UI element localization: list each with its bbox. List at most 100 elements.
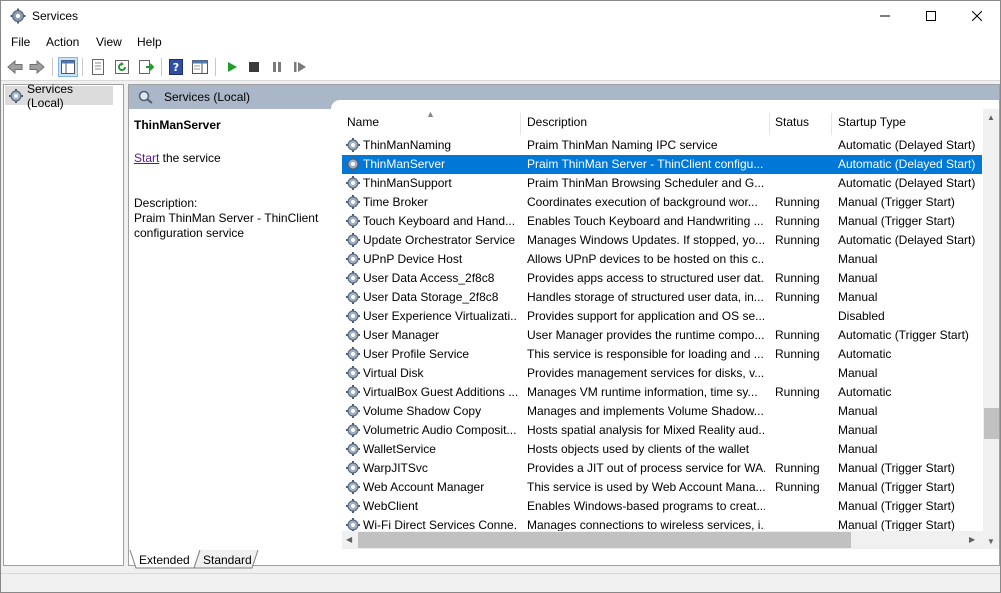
service-row[interactable]: WarpJITSvc Provides a JIT out of process … xyxy=(342,459,982,478)
service-startup-type-cell: Manual xyxy=(838,252,878,266)
service-row[interactable]: Volumetric Audio Composit... Hosts spatia… xyxy=(342,421,982,440)
service-status-cell: Running xyxy=(775,271,820,285)
vertical-scrollbar[interactable]: ▲ ▼ xyxy=(983,109,999,549)
export-list-button[interactable] xyxy=(136,57,156,77)
service-status-cell: Running xyxy=(775,233,820,247)
service-description-cell: Praim ThinMan Browsing Scheduler and G..… xyxy=(527,176,765,190)
service-startup-type-cell: Manual xyxy=(838,423,878,437)
service-row[interactable]: User Profile Service This service is resp… xyxy=(342,345,982,364)
service-startup-type-cell: Automatic (Delayed Start) xyxy=(838,176,976,190)
service-name-cell: Wi-Fi Direct Services Conne... xyxy=(363,518,518,532)
show-hide-console-tree-button[interactable] xyxy=(58,57,78,77)
content-header: Services (Local) xyxy=(129,85,999,109)
close-button[interactable] xyxy=(954,1,1000,31)
service-description-cell: This service is responsible for loading … xyxy=(527,347,764,361)
service-name-cell: User Profile Service xyxy=(363,347,470,361)
restart-service-button[interactable] xyxy=(290,57,310,77)
service-gear-icon xyxy=(346,138,360,152)
horizontal-scroll-thumb[interactable] xyxy=(358,532,851,548)
service-row[interactable]: WebClient Enables Windows-based programs … xyxy=(342,497,982,516)
service-row[interactable]: VirtualBox Guest Additions ... Manages VM… xyxy=(342,383,982,402)
help-button[interactable]: ? xyxy=(166,57,186,77)
service-status-cell: Running xyxy=(775,461,820,475)
service-row[interactable]: Time Broker Coordinates execution of back… xyxy=(342,193,982,212)
minimize-icon xyxy=(880,15,890,17)
scroll-right-arrow-icon[interactable]: ▶ xyxy=(969,535,975,544)
service-status-cell: Running xyxy=(775,480,820,494)
start-service-line: Start the service xyxy=(134,151,221,165)
service-row[interactable]: User Data Access_2f8c8 Provides apps acce… xyxy=(342,269,982,288)
properties-sheet-icon xyxy=(92,59,104,75)
service-name-cell: Virtual Disk xyxy=(363,366,424,380)
show-action-pane-button[interactable] xyxy=(190,57,210,77)
stop-service-button[interactable] xyxy=(244,57,264,77)
service-row[interactable]: ThinManSupport Praim ThinMan Browsing Sch… xyxy=(342,174,982,193)
service-gear-icon xyxy=(346,347,360,361)
service-name-cell: WarpJITSvc xyxy=(363,461,428,475)
service-name-cell: VirtualBox Guest Additions ... xyxy=(363,385,518,399)
service-gear-icon xyxy=(346,328,360,342)
service-row[interactable]: User Experience Virtualizati... Provides … xyxy=(342,307,982,326)
menu-file[interactable]: File xyxy=(11,35,30,49)
minimize-button[interactable] xyxy=(862,1,908,31)
service-name-cell: UPnP Device Host xyxy=(363,252,463,266)
service-gear-icon xyxy=(346,366,360,380)
column-header-status[interactable]: Status xyxy=(770,115,830,135)
column-header-row: ▲ Name Description Status Startup Type xyxy=(342,109,987,135)
service-description-cell: Handles storage of structured user data,… xyxy=(527,290,764,304)
service-row[interactable]: UPnP Device Host Allows UPnP devices to b… xyxy=(342,250,982,269)
header-notch xyxy=(331,100,999,109)
service-row[interactable]: User Data Storage_2f8c8 Handles storage o… xyxy=(342,288,982,307)
service-startup-type-cell: Automatic xyxy=(838,347,892,361)
stop-icon xyxy=(249,62,259,72)
service-status-cell: Running xyxy=(775,214,820,228)
service-startup-type-cell: Manual xyxy=(838,442,878,456)
service-row[interactable]: ThinManNaming Praim ThinMan Naming IPC se… xyxy=(342,136,982,155)
service-row[interactable]: WalletService Hosts objects used by clien… xyxy=(342,440,982,459)
service-row[interactable]: ThinManServer Praim ThinMan Server - Thin… xyxy=(342,155,982,174)
service-status-cell: Running xyxy=(775,385,820,399)
maximize-button[interactable] xyxy=(908,1,954,31)
service-name-cell: Update Orchestrator Service xyxy=(363,233,516,247)
vertical-scroll-thumb[interactable] xyxy=(984,408,999,439)
toolbar: ? xyxy=(1,53,1000,81)
scroll-up-arrow-icon[interactable]: ▲ xyxy=(987,113,995,122)
menu-view[interactable]: View xyxy=(96,35,122,49)
menu-help[interactable]: Help xyxy=(137,35,162,49)
service-row[interactable]: Touch Keyboard and Hand... Enables Touch … xyxy=(342,212,982,231)
service-row[interactable]: User Manager User Manager provides the ru… xyxy=(342,326,982,345)
properties-button[interactable] xyxy=(88,57,108,77)
tab-standard[interactable]: Standard xyxy=(203,550,252,569)
scroll-down-arrow-icon[interactable]: ▼ xyxy=(987,537,995,546)
service-startup-type-cell: Manual xyxy=(838,290,878,304)
back-button[interactable] xyxy=(5,57,25,77)
start-service-link[interactable]: Start xyxy=(134,151,159,165)
column-header-description[interactable]: Description xyxy=(522,115,768,135)
forward-button[interactable] xyxy=(27,57,47,77)
column-header-name[interactable]: Name xyxy=(342,115,518,135)
service-startup-type-cell: Automatic (Trigger Start) xyxy=(838,328,969,342)
service-description-cell: Allows UPnP devices to be hosted on this… xyxy=(527,252,765,266)
service-status-cell: Running xyxy=(775,290,820,304)
service-row[interactable]: Virtual Disk Provides management services… xyxy=(342,364,982,383)
scroll-left-arrow-icon[interactable]: ◀ xyxy=(346,535,352,544)
svg-text:?: ? xyxy=(173,61,179,74)
service-description-cell: Enables Touch Keyboard and Handwriting .… xyxy=(527,214,764,228)
refresh-button[interactable] xyxy=(112,57,132,77)
tree-node-services-local[interactable]: Services (Local) xyxy=(5,82,113,110)
tab-extended[interactable]: Extended xyxy=(139,550,190,569)
service-description-cell: Praim ThinMan Server - ThinClient config… xyxy=(527,157,764,171)
service-row[interactable]: Update Orchestrator Service Manages Windo… xyxy=(342,231,982,250)
start-service-button[interactable] xyxy=(222,57,242,77)
column-divider xyxy=(520,113,521,135)
column-header-startup-type[interactable]: Startup Type xyxy=(833,115,983,135)
pause-service-button[interactable] xyxy=(267,57,287,77)
menu-action[interactable]: Action xyxy=(46,35,79,49)
horizontal-scrollbar[interactable]: ◀ ▶ xyxy=(342,531,983,549)
service-gear-icon xyxy=(346,423,360,437)
service-name-cell: User Data Storage_2f8c8 xyxy=(363,290,499,304)
service-status-cell: Running xyxy=(775,195,820,209)
service-gear-icon xyxy=(346,252,360,266)
service-row[interactable]: Volume Shadow Copy Manages and implements… xyxy=(342,402,982,421)
service-row[interactable]: Web Account Manager This service is used … xyxy=(342,478,982,497)
